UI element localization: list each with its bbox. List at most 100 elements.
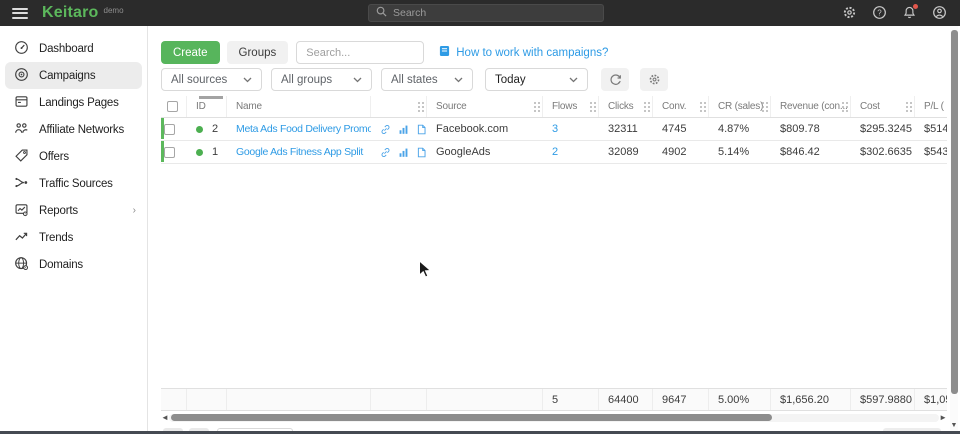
states-filter-value: All states [391,74,438,86]
sources-filter-select[interactable]: All sources [161,68,262,91]
help-icon[interactable]: ? [872,5,888,21]
table-row[interactable]: 1 Google Ads Fitness App Split ••• Googl… [161,141,947,164]
date-range-select[interactable]: Today [485,68,588,91]
column-header-pl[interactable]: P/L ( [915,96,947,117]
sidebar-label: Trends [39,232,73,244]
groups-filter-select[interactable]: All groups [271,68,372,91]
campaign-id: 2 [212,123,218,135]
drag-handle-icon[interactable] [418,102,420,104]
column-header-conv[interactable]: Conv. [653,96,709,117]
campaigns-table: ID Name Source Flows Clicks Conv. CR (sa… [161,96,947,411]
vertical-scrollbar[interactable]: ▼ [950,26,958,434]
stats-chart-icon[interactable] [398,124,409,135]
column-header-actions [371,96,427,117]
row-checkbox[interactable] [164,124,175,135]
flows-link[interactable]: 2 [552,146,558,158]
affiliate-networks-icon [14,121,29,139]
sidebar-item-affiliate-networks[interactable]: Affiliate Networks [0,116,147,143]
campaign-name-link[interactable]: Meta Ads Food Delivery Promo [236,123,371,135]
drag-handle-icon[interactable] [906,102,908,104]
clicks-value: 32311 [608,123,638,135]
global-search[interactable] [368,4,604,22]
notes-file-icon[interactable] [416,124,427,135]
sidebar-item-offers[interactable]: Offers [0,143,147,170]
notifications-bell-icon[interactable] [902,5,918,21]
settings-gear-icon[interactable] [842,5,858,21]
scroll-down-arrow-icon[interactable]: ▼ [950,422,958,429]
horizontal-scroll-thumb[interactable] [171,414,772,421]
source-value: Facebook.com [436,123,508,135]
horizontal-scroll-track[interactable] [169,414,939,422]
sidebar-label: Offers [39,151,69,163]
cr-value: 5.14% [718,146,749,158]
copy-link-icon[interactable] [380,124,391,135]
create-button[interactable]: Create [161,41,220,64]
sidebar-item-traffic-sources[interactable]: Traffic Sources [0,170,147,197]
column-header-id[interactable]: ID [187,96,227,117]
sidebar-item-campaigns[interactable]: Campaigns [5,62,142,89]
table-row[interactable]: 2 Meta Ads Food Delivery Promo ••• Faceb… [161,118,947,141]
chevron-down-icon [243,77,252,83]
refresh-button[interactable] [601,68,629,91]
column-header-cr[interactable]: CR (sales) [709,96,771,117]
select-all-checkbox[interactable] [167,101,178,112]
help-campaigns-link[interactable]: How to work with campaigns? [439,45,608,60]
app-logo[interactable]: Keitaro [42,4,99,22]
drag-handle-icon[interactable] [644,102,646,104]
sidebar-item-trends[interactable]: Trends [0,224,147,251]
cost-value: $302.6635 [860,146,912,158]
campaign-id: 1 [212,146,218,158]
sidebar-label: Affiliate Networks [39,124,124,136]
column-header-cost[interactable]: Cost [851,96,915,117]
drag-handle-icon[interactable] [534,102,536,104]
campaigns-toolbar: Create Groups How to work with campaigns… [161,41,608,64]
book-icon [439,45,450,60]
status-active-dot [196,149,203,156]
totals-pl: $1,05 [924,394,947,406]
column-header-source[interactable]: Source [427,96,543,117]
campaign-name-link[interactable]: Google Ads Fitness App Split [236,146,363,158]
cr-value: 4.87% [718,123,749,135]
copy-link-icon[interactable] [380,147,391,158]
chevron-right-icon[interactable]: › [133,205,136,216]
date-range-value: Today [495,74,526,86]
column-header-clicks[interactable]: Clicks [599,96,653,117]
column-header-name[interactable]: Name [227,96,371,117]
scroll-left-arrow-icon[interactable]: ◄ [161,413,169,422]
column-header-flows[interactable]: Flows [543,96,599,117]
global-search-input[interactable] [393,7,583,19]
revenue-value: $846.42 [780,146,820,158]
groups-filter-value: All groups [281,74,332,86]
notes-file-icon[interactable] [416,147,427,158]
chevron-down-icon [454,77,463,83]
totals-conv: 9647 [662,394,686,406]
offers-tag-icon [14,148,29,166]
drag-handle-icon[interactable] [700,102,702,104]
scroll-right-arrow-icon[interactable]: ► [939,413,947,422]
states-filter-select[interactable]: All states [381,68,473,91]
hamburger-menu-icon[interactable] [12,8,28,19]
source-value: GoogleAds [436,146,490,158]
pl-value: $543 [924,146,947,158]
notification-dot [913,4,918,9]
table-settings-button[interactable] [640,68,668,91]
user-avatar-icon[interactable] [932,5,948,21]
drag-handle-icon[interactable] [762,102,764,104]
sidebar-item-landings-pages[interactable]: Landings Pages [0,89,147,116]
vertical-scroll-thumb[interactable] [951,30,958,394]
sidebar-item-domains[interactable]: Domains [0,251,147,278]
sidebar-item-dashboard[interactable]: Dashboard [0,35,147,62]
groups-button[interactable]: Groups [227,41,289,64]
svg-text:?: ? [877,8,882,17]
chevron-down-icon [569,77,578,83]
conv-value: 4902 [662,146,686,158]
drag-handle-icon[interactable] [590,102,592,104]
status-active-dot [196,126,203,133]
drag-handle-icon[interactable] [842,102,844,104]
flows-link[interactable]: 3 [552,123,558,135]
stats-chart-icon[interactable] [398,147,409,158]
campaigns-search-input[interactable] [296,41,424,64]
row-checkbox[interactable] [164,147,175,158]
column-header-revenue[interactable]: Revenue (con... [771,96,851,117]
sidebar-item-reports[interactable]: Reports › [0,197,147,224]
